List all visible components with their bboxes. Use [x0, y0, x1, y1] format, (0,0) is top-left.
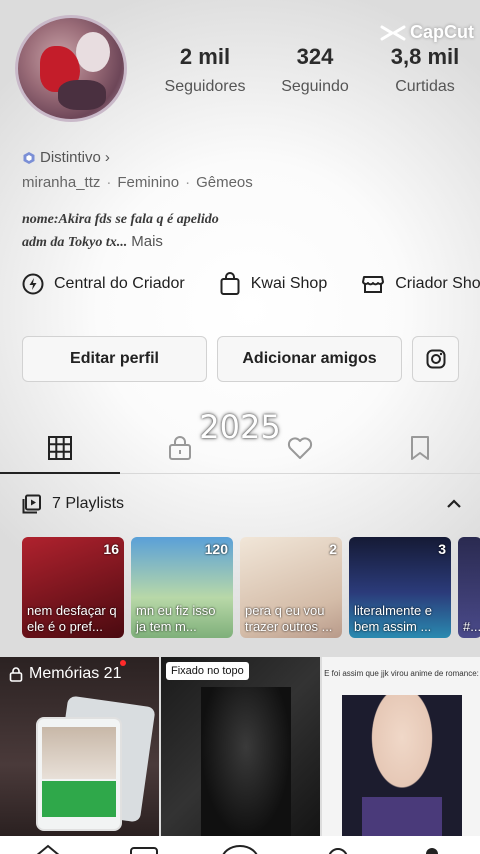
playlist-card[interactable]: #...: [458, 537, 480, 638]
add-friends-button[interactable]: Adicionar amigos: [217, 336, 402, 382]
instagram-icon: [426, 349, 445, 369]
capcut-watermark: CapCut: [380, 22, 474, 43]
profile-actions: Editar perfil Adicionar amigos: [22, 336, 459, 382]
chevron-right-icon: ›: [104, 149, 110, 166]
bottom-navigation-bar: [0, 836, 480, 854]
pinned-post-tile[interactable]: Fixado no topo: [161, 657, 320, 837]
playlist-title: mn eu fiz isso ja tem m...: [136, 603, 216, 634]
posts-grid: Memórias 21 Fixado no topo E foi assim q…: [0, 657, 480, 837]
bio-more-link[interactable]: Mais: [131, 233, 163, 250]
edit-profile-button[interactable]: Editar perfil: [22, 336, 207, 382]
capcut-logo-icon: [380, 25, 406, 40]
playlist-title: pera q eu vou trazer outros ...: [245, 603, 333, 634]
following-count: 324: [296, 44, 334, 69]
creator-links: Central do Criador Kwai Shop Criador Sho: [22, 272, 480, 296]
profile-stats: 2 mil Seguidores 324 Seguindo 3,8 mil Cu…: [150, 44, 480, 96]
pinned-badge: Fixado no topo: [166, 662, 249, 680]
chevron-up-icon[interactable]: [446, 499, 462, 509]
bio-line-1: nome:Akira fds se fala q é apelido: [22, 212, 219, 227]
avatar[interactable]: [15, 15, 127, 122]
home-icon[interactable]: [33, 844, 63, 854]
zodiac-sign: Gêmeos: [196, 174, 253, 191]
capcut-text: CapCut: [410, 22, 474, 42]
store-icon: [362, 276, 385, 293]
creator-shop-label: Criador Sho: [395, 275, 480, 292]
likes-count: 3,8 mil: [390, 44, 460, 69]
create-icon[interactable]: [220, 844, 260, 854]
lock-icon: [9, 666, 23, 682]
username: miranha_ttz: [22, 174, 101, 191]
discover-icon[interactable]: [129, 844, 159, 854]
playlist-card[interactable]: 2 pera q eu vou trazer outros ...: [240, 537, 342, 638]
playlist-carousel: 16 nem desfaçar q ele é o pref... 120 mn…: [22, 537, 480, 638]
playlist-title: #...: [463, 619, 480, 634]
gender: Feminino: [117, 174, 180, 191]
post-tile[interactable]: E foi assim que jjk virou anime de roman…: [322, 657, 480, 837]
post-caption: E foi assim que jjk virou anime de roman…: [324, 669, 479, 678]
badge-link[interactable]: Distintivo ›: [22, 149, 110, 166]
playlists-title: 7 Playlists: [52, 495, 125, 512]
memories-tile[interactable]: Memórias 21: [0, 657, 159, 837]
followers-stat[interactable]: 2 mil Seguidores: [150, 44, 260, 96]
profile-meta: miranha_ttz · Feminino · Gêmeos: [22, 174, 253, 191]
instagram-button[interactable]: [412, 336, 459, 382]
badge-icon: [23, 151, 35, 164]
notification-dot: [120, 660, 126, 666]
playlist-card[interactable]: 120 mn eu fiz isso ja tem m...: [131, 537, 233, 638]
bio: nome:Akira fds se fala q é apelido adm d…: [22, 209, 322, 254]
creator-center-link[interactable]: Central do Criador: [22, 272, 185, 296]
following-label: Seguindo: [281, 78, 349, 95]
following-stat[interactable]: 324 Seguindo: [260, 44, 370, 96]
profile-page: CapCut 2 mil Seguidores 324 Seguindo 3,8…: [0, 0, 480, 854]
kwai-shop-link[interactable]: Kwai Shop: [219, 272, 328, 296]
kwai-shop-label: Kwai Shop: [250, 275, 328, 292]
likes-label: Curtidas: [395, 78, 455, 95]
playlist-icon: [22, 494, 41, 514]
playlist-card[interactable]: 16 nem desfaçar q ele é o pref...: [22, 537, 124, 638]
lightning-icon: [22, 273, 44, 295]
playlist-count: 16: [103, 541, 119, 557]
shopping-bag-icon: [220, 272, 240, 295]
playlist-count: 120: [204, 541, 228, 557]
badge-label: Distintivo: [40, 149, 101, 166]
playlist-title: nem desfaçar q ele é o pref...: [27, 603, 117, 634]
playlist-count: 2: [329, 541, 337, 557]
creator-center-label: Central do Criador: [54, 275, 185, 292]
profile-icon[interactable]: [422, 844, 442, 854]
playlist-card[interactable]: 3 literalmente e bem assim ...: [349, 537, 451, 638]
memories-label: Memórias 21: [29, 665, 122, 682]
playlist-title: literalmente e bem assim ...: [354, 603, 433, 634]
messages-icon[interactable]: [326, 844, 350, 854]
followers-count: 2 mil: [179, 44, 231, 69]
likes-stat[interactable]: 3,8 mil Curtidas: [370, 44, 480, 96]
year-overlay: 2025: [199, 408, 281, 446]
playlist-count: 3: [438, 541, 446, 557]
playlists-header[interactable]: 7 Playlists: [22, 494, 462, 514]
bio-line-2: adm da Tokyo tx...: [22, 235, 128, 250]
memories-label-row: Memórias 21: [9, 665, 121, 683]
followers-label: Seguidores: [164, 78, 246, 95]
creator-shop-link[interactable]: Criador Sho: [361, 272, 480, 296]
